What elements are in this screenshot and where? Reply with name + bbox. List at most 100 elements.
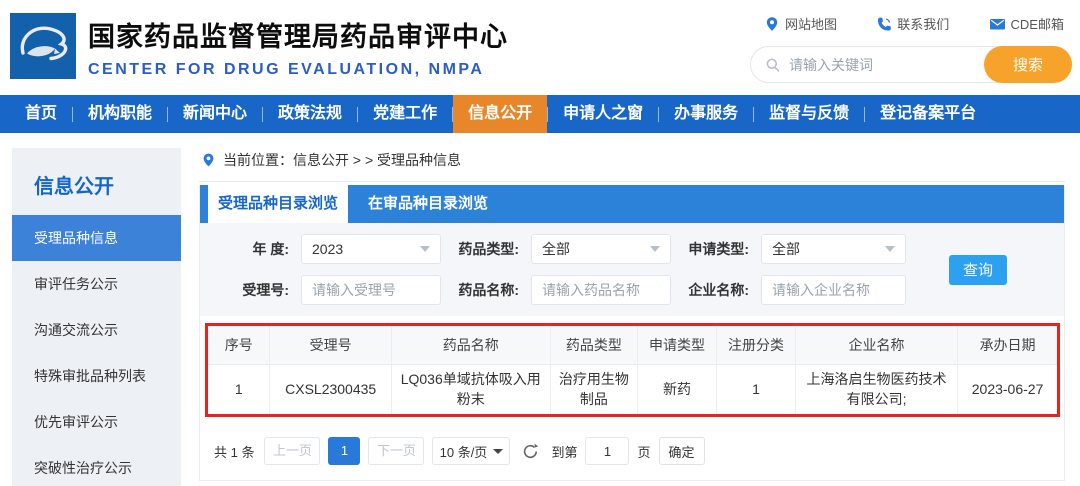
table-header-row: 序号 受理号 药品名称 药品类型 申请类型 注册分类 企业名称 承办日期	[208, 326, 1057, 365]
content-box: 受理品种目录浏览 在审品种目录浏览 年 度: 2023 药品类型: 全部 申请类…	[199, 185, 1065, 481]
filter-panel: 年 度: 2023 药品类型: 全部 申请类型: 全部 受理号: 请输入受理号 …	[200, 223, 1064, 316]
cell-apply-type: 新药	[637, 363, 718, 414]
sitemap-label: 网站地图	[785, 17, 838, 32]
pagination: 共 1 条 上一页 1 下一页 10 条/页 到第 页 确定	[200, 426, 1064, 480]
cell-acceptance-no: CXSL2300435	[269, 363, 392, 414]
sidebar-item-priority-review[interactable]: 优先审评公示	[12, 399, 181, 445]
site-header: 国家药品监督管理局药品审评中心 CENTER FOR DRUG EVALUATI…	[0, 0, 1080, 95]
next-page-button[interactable]: 下一页	[368, 437, 425, 465]
tab-bar: 受理品种目录浏览 在审品种目录浏览	[200, 185, 1064, 223]
mailbox-link[interactable]: CDE邮箱	[989, 14, 1064, 33]
site-subtitle: CENTER FOR DRUG EVALUATION, NMPA	[88, 61, 485, 78]
sidebar-item-review-tasks[interactable]: 审评任务公示	[12, 261, 181, 307]
sidebar: 信息公开 受理品种信息 审评任务公示 沟通交流公示 特殊审批品种列表 优先审评公…	[12, 148, 181, 486]
total-count: 共 1 条	[214, 444, 255, 460]
col-header-acceptance-no: 受理号	[269, 326, 392, 365]
search-button[interactable]: 搜索	[984, 46, 1072, 83]
tab-accepted-catalog[interactable]: 受理品种目录浏览	[208, 185, 349, 223]
drug-type-select[interactable]: 全部	[531, 234, 671, 264]
col-header-reg-class: 注册分类	[716, 326, 796, 365]
nav-item-registration-platform[interactable]: 登记备案平台	[865, 95, 991, 133]
acceptance-no-input[interactable]	[301, 275, 441, 305]
sidebar-item-communication[interactable]: 沟通交流公示	[12, 307, 181, 353]
tab-under-review-catalog[interactable]: 在审品种目录浏览	[358, 185, 498, 223]
header-right: 网站地图 联系我们 CDE邮箱 搜索	[750, 14, 1072, 83]
results-table: 序号 受理号 药品名称 药品类型 申请类型 注册分类 企业名称 承办日期 1 C…	[208, 326, 1057, 414]
chevron-down-icon	[650, 246, 660, 252]
breadcrumb: 当前位置：信息公开 > > 受理品种信息	[199, 148, 1065, 182]
sidebar-item-breakthrough-therapy[interactable]: 突破性治疗公示	[12, 445, 181, 486]
nav-item-services[interactable]: 办事服务	[659, 95, 753, 133]
main-nav: 首页 机构职能 新闻中心 政策法规 党建工作 信息公开 申请人之窗 办事服务 监…	[0, 95, 1080, 133]
chevron-down-icon	[885, 246, 895, 252]
mailbox-label: CDE邮箱	[1010, 17, 1064, 32]
cell-drug-name: LQ036单域抗体吸入用粉末	[390, 363, 551, 414]
cell-company: 上海洛启生物医药技术有限公司;	[794, 363, 959, 414]
drug-name-label: 药品名称:	[458, 282, 519, 298]
page-number-button[interactable]: 1	[328, 437, 361, 465]
drug-type-select-value: 全部	[542, 241, 570, 257]
site-title-block: 国家药品监督管理局药品审评中心 CENTER FOR DRUG EVALUATI…	[88, 15, 508, 79]
prev-page-button[interactable]: 上一页	[264, 437, 321, 465]
chevron-down-icon	[493, 448, 504, 454]
nav-item-policy[interactable]: 政策法规	[263, 95, 357, 133]
chevron-down-icon	[420, 246, 430, 252]
company-name-input[interactable]	[761, 275, 906, 305]
map-pin-icon	[764, 16, 780, 32]
nav-item-supervision[interactable]: 监督与反馈	[754, 95, 864, 133]
acceptance-no-label: 受理号:	[242, 282, 289, 298]
page-size-select[interactable]: 10 条/页	[432, 437, 511, 465]
contact-label: 联系我们	[897, 17, 950, 32]
breadcrumb-text: 当前位置：信息公开 > > 受理品种信息	[223, 152, 462, 168]
nav-item-info-disclosure[interactable]: 信息公开	[453, 95, 548, 133]
sitemap-link[interactable]: 网站地图	[764, 14, 837, 33]
company-name-label: 企业名称:	[688, 282, 749, 298]
table-row[interactable]: 1 CXSL2300435 LQ036单域抗体吸入用粉末 治疗用生物制品 新药 …	[208, 363, 1057, 414]
year-select[interactable]: 2023	[301, 234, 441, 264]
col-header-drug-name: 药品名称	[390, 326, 551, 365]
page-body: 信息公开 受理品种信息 审评任务公示 沟通交流公示 特殊审批品种列表 优先审评公…	[0, 148, 1080, 486]
col-header-seq: 序号	[208, 326, 271, 365]
logo-swirl-icon	[10, 13, 76, 79]
nav-item-home[interactable]: 首页	[10, 95, 72, 133]
cde-logo	[10, 13, 76, 79]
apply-type-select-value: 全部	[772, 241, 800, 257]
search-area: 搜索	[750, 46, 1072, 83]
year-label: 年 度:	[252, 241, 289, 257]
main-content: 当前位置：信息公开 > > 受理品种信息 受理品种目录浏览 在审品种目录浏览 年…	[199, 148, 1065, 481]
contact-link[interactable]: 联系我们	[876, 14, 949, 33]
sidebar-title: 信息公开	[34, 176, 114, 198]
quick-links: 网站地图 联系我们 CDE邮箱	[750, 14, 1072, 33]
query-button[interactable]: 查询	[949, 254, 1007, 285]
nav-item-functions[interactable]: 机构职能	[73, 95, 167, 133]
phone-icon	[876, 16, 892, 32]
search-input[interactable]	[789, 56, 959, 73]
drug-name-input[interactable]	[531, 275, 671, 305]
goto-label: 到第	[551, 444, 578, 460]
nav-item-applicant-window[interactable]: 申请人之窗	[548, 95, 658, 133]
nav-item-party[interactable]: 党建工作	[358, 95, 452, 133]
goto-unit-label: 页	[637, 444, 651, 460]
results-table-annotation: 序号 受理号 药品名称 药品类型 申请类型 注册分类 企业名称 承办日期 1 C…	[205, 323, 1060, 417]
cell-seq: 1	[208, 363, 271, 414]
location-pin-icon	[201, 152, 216, 168]
cell-date: 2023-06-27	[957, 363, 1057, 414]
refresh-icon[interactable]	[522, 443, 539, 460]
cell-reg-class: 1	[716, 363, 796, 414]
col-header-company: 企业名称	[794, 326, 959, 365]
nav-item-news[interactable]: 新闻中心	[168, 95, 262, 133]
sidebar-item-accepted-varieties[interactable]: 受理品种信息	[12, 215, 181, 261]
goto-page-input[interactable]	[585, 437, 630, 465]
search-icon	[765, 57, 781, 73]
page-size-value: 10 条/页	[439, 444, 488, 460]
confirm-button[interactable]: 确定	[658, 437, 705, 465]
cell-drug-type: 治疗用生物制品	[549, 363, 639, 414]
sidebar-item-special-approval[interactable]: 特殊审批品种列表	[12, 353, 181, 399]
drug-type-label: 药品类型:	[458, 241, 519, 257]
site-title: 国家药品监督管理局药品审评中心	[88, 22, 508, 52]
apply-type-label: 申请类型:	[688, 241, 749, 257]
apply-type-select[interactable]: 全部	[761, 234, 906, 264]
year-select-value: 2023	[312, 241, 344, 257]
col-header-drug-type: 药品类型	[549, 326, 639, 365]
mail-icon	[989, 16, 1006, 32]
